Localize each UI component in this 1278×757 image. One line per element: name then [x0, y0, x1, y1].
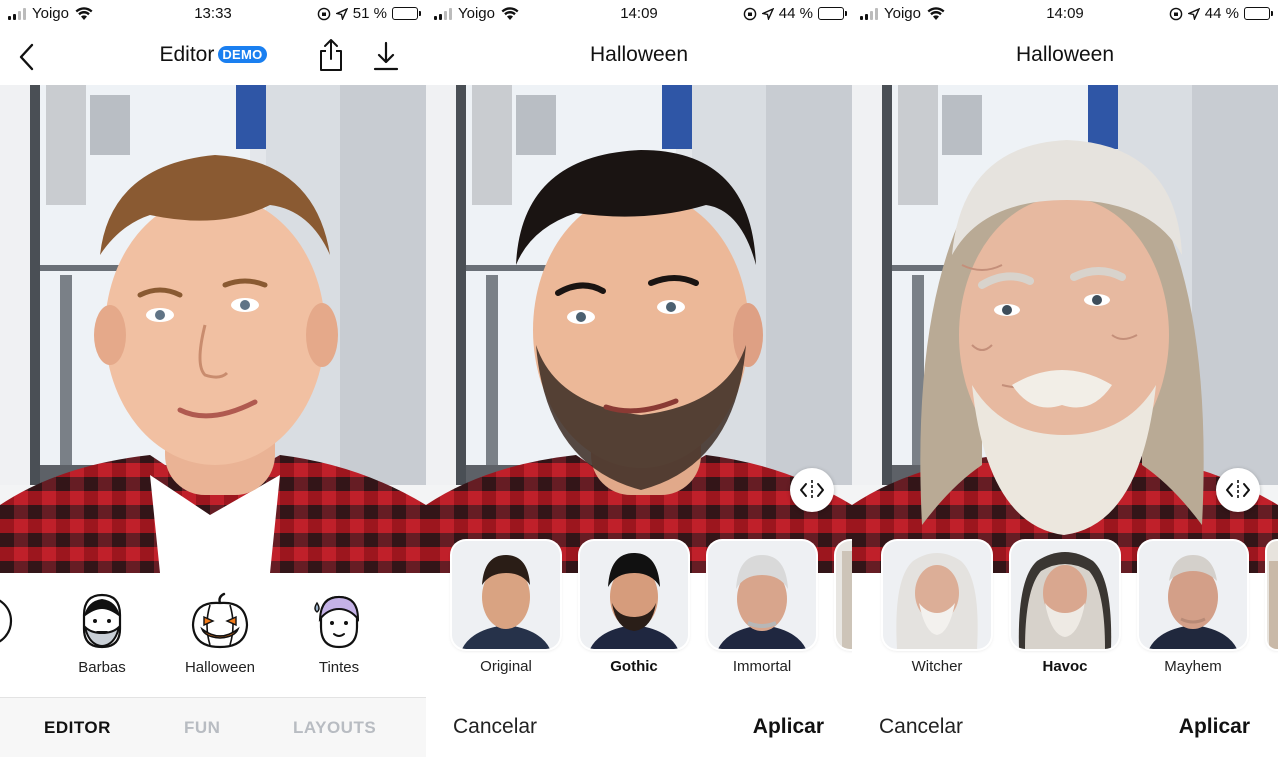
halloween-havoc-panel: Yoigo 14:09 44 % Halloween Witcher Havoc…: [852, 0, 1278, 757]
filter-preview: [452, 541, 560, 649]
filter-label: Witcher: [911, 658, 963, 675]
status-bar: Yoigo 14:09 44 %: [426, 0, 852, 28]
filter-preview: [1139, 541, 1247, 649]
status-bar: Yoigo 14:09 44 %: [852, 0, 1278, 28]
filter-preview: [708, 541, 816, 649]
cancel-button[interactable]: Cancelar: [879, 715, 963, 739]
location-icon: [1187, 7, 1200, 20]
tab-fun[interactable]: FUN: [184, 718, 220, 738]
tab-editor[interactable]: EDITOR: [44, 718, 111, 738]
status-bar: Yoigo 13:33 51 %: [0, 0, 426, 28]
category-item-halloween[interactable]: Halloween: [175, 591, 265, 676]
location-icon: [761, 7, 774, 20]
portrait-young-man: [0, 85, 426, 573]
filter-preview: [883, 541, 991, 649]
compare-icon: [800, 480, 824, 500]
apply-button[interactable]: Aplicar: [1179, 715, 1250, 739]
filter-label: Mayhem: [1164, 658, 1222, 675]
location-icon: [335, 7, 348, 20]
category-row: as Barbas: [0, 573, 426, 697]
battery-icon: [818, 7, 847, 20]
page-title-text: Editor: [159, 43, 215, 66]
filter-label: Original: [480, 658, 532, 675]
photo-gothic: [426, 85, 852, 573]
filter-label-selected: Havoc: [1042, 658, 1088, 675]
category-item-partial-right[interactable]: I: [384, 591, 426, 676]
title-bar: Halloween: [852, 28, 1278, 85]
battery-percent: 51 %: [352, 5, 387, 22]
photo-original: [0, 85, 426, 573]
filter-label: Immortal: [732, 658, 792, 675]
photo-havoc: [852, 85, 1278, 573]
battery-percent: 44 %: [778, 5, 813, 22]
filter-label-selected: Gothic: [610, 658, 658, 675]
page-title: Halloween: [589, 43, 689, 66]
category-label: I: [384, 659, 426, 676]
category-label: Halloween: [184, 659, 256, 676]
filter-thumb-original[interactable]: [452, 541, 560, 649]
bottom-tab-bar: EDITOR FUN LAYOUTS: [0, 698, 426, 757]
page-title: Editor DEMO: [0, 43, 426, 67]
filter-preview: [1011, 541, 1119, 649]
category-item-barbas[interactable]: Barbas: [57, 591, 147, 676]
editor-panel: Yoigo 13:33 51 % Editor DEMO Barbas Hall…: [0, 0, 426, 757]
filter-thumb-partial[interactable]: [836, 541, 852, 649]
filter-thumb-mayhem[interactable]: [1139, 541, 1247, 649]
rotation-lock-icon: [743, 7, 757, 20]
status-right: 44 %: [1169, 5, 1273, 22]
battery-percent: 44 %: [1204, 5, 1239, 22]
pumpkin-icon: [190, 591, 250, 651]
category-item-partial-left[interactable]: as: [0, 591, 32, 676]
status-right: 44 %: [743, 5, 847, 22]
halloween-gothic-panel: Yoigo 14:09 44 % Halloween Original Goth…: [426, 0, 852, 757]
rotation-lock-icon: [1169, 7, 1183, 20]
beard-face-icon: [72, 591, 132, 651]
filter-thumb-immortal[interactable]: [708, 541, 816, 649]
cancel-button[interactable]: Cancelar: [453, 715, 537, 739]
filter-thumb-partial[interactable]: [1267, 541, 1278, 649]
category-label: Barbas: [78, 659, 126, 676]
category-item-tintes[interactable]: Tintes: [294, 591, 384, 676]
compare-button[interactable]: [790, 468, 834, 512]
tab-layouts[interactable]: LAYOUTS: [293, 718, 376, 738]
page-title: Halloween: [1015, 43, 1115, 66]
share-button[interactable]: [316, 37, 346, 73]
filter-thumb-gothic[interactable]: [580, 541, 688, 649]
compare-button[interactable]: [1216, 468, 1260, 512]
apply-button[interactable]: Aplicar: [753, 715, 824, 739]
hair-dye-face-icon: [309, 591, 369, 651]
filter-preview: [580, 541, 688, 649]
status-right: 51 %: [317, 5, 421, 22]
filter-thumb-witcher[interactable]: [883, 541, 991, 649]
filter-thumb-havoc[interactable]: [1011, 541, 1119, 649]
title-bar: Halloween: [426, 28, 852, 85]
partial-category-icon: [0, 591, 17, 651]
action-bar: Cancelar Aplicar: [426, 698, 852, 757]
action-bar: Cancelar Aplicar: [852, 698, 1278, 757]
compare-icon: [1226, 480, 1250, 500]
battery-icon: [1244, 7, 1273, 20]
title-bar: Editor DEMO: [0, 28, 426, 85]
download-button[interactable]: [372, 40, 400, 72]
category-label: Tintes: [318, 659, 360, 676]
rotation-lock-icon: [317, 7, 331, 20]
category-label: as: [0, 659, 32, 676]
battery-icon: [392, 7, 421, 20]
demo-badge: DEMO: [218, 46, 267, 63]
portrait-havoc: [852, 85, 1278, 573]
portrait-gothic: [426, 85, 852, 573]
